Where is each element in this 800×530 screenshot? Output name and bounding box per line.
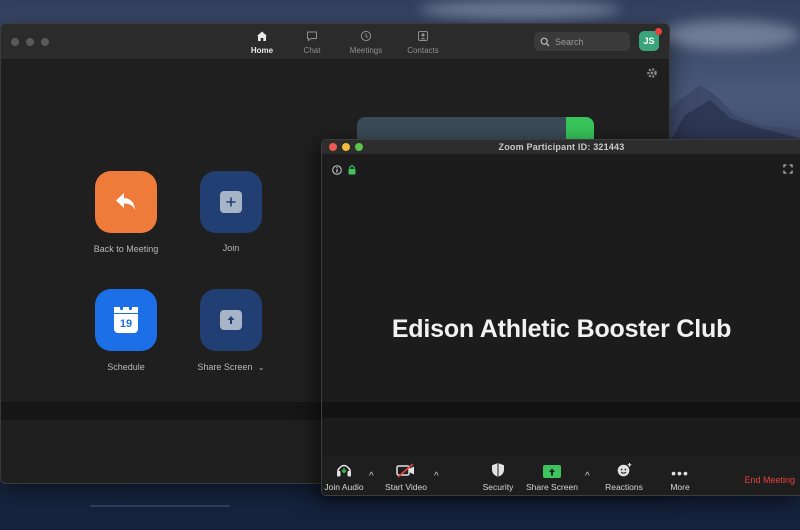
join-label: Join <box>222 243 240 253</box>
share-up-arrow-icon <box>220 310 242 330</box>
calendar-day: 19 <box>119 318 133 330</box>
security-label: Security <box>482 482 514 492</box>
info-icon[interactable] <box>332 165 342 175</box>
meeting-window: Zoom Participant ID: 321443 Edison Athle… <box>321 139 800 496</box>
search-icon <box>540 37 550 46</box>
home-icon <box>257 31 267 41</box>
nav-chat-label: Chat <box>303 46 321 55</box>
nav-meetings[interactable]: Meetings <box>338 29 394 55</box>
nav-contacts[interactable]: Contacts <box>396 29 450 55</box>
reactions-button[interactable]: Reactions <box>602 460 646 492</box>
meeting-title: Zoom Participant ID: 321443 <box>498 142 625 152</box>
share-screen-button[interactable] <box>200 289 262 351</box>
meeting-window-controls <box>329 143 363 151</box>
meeting-minimize-button[interactable] <box>342 143 350 151</box>
chat-icon <box>307 31 317 42</box>
audio-options-caret[interactable]: ^ <box>369 471 374 482</box>
more-dots-icon: ••• <box>671 465 689 481</box>
share-screen-label: Share Screen ⌄ <box>171 362 291 372</box>
share-screen-text: Share Screen <box>197 362 253 372</box>
nav-home[interactable]: Home <box>238 29 286 55</box>
smiley-icon <box>617 463 632 477</box>
clock-icon <box>360 30 372 42</box>
join-button[interactable] <box>200 171 262 233</box>
meeting-close-button[interactable] <box>329 143 337 151</box>
meeting-name: Edison Athletic Booster Club <box>391 315 732 343</box>
share-options-caret[interactable]: ^ <box>585 471 590 482</box>
schedule-button[interactable]: 19 <box>95 289 157 351</box>
lock-icon[interactable] <box>347 164 357 175</box>
nav-meetings-label: Meetings <box>349 46 383 55</box>
minimize-window-button[interactable] <box>26 38 34 46</box>
security-button[interactable]: Security <box>480 460 516 492</box>
schedule-label: Schedule <box>107 362 145 372</box>
video-options-caret[interactable]: ^ <box>434 471 439 482</box>
gear-icon[interactable] <box>646 67 658 79</box>
search-placeholder: Search <box>555 36 584 47</box>
zoom-window-button[interactable] <box>41 38 49 46</box>
start-video-button[interactable]: Start Video <box>384 460 428 492</box>
meeting-zoom-button[interactable] <box>355 143 363 151</box>
back-to-meeting-button[interactable] <box>95 171 157 233</box>
plus-icon <box>220 191 242 213</box>
window-controls <box>11 38 49 46</box>
join-audio-label: Join Audio <box>324 482 364 492</box>
avatar-initials: JS <box>643 36 655 46</box>
join-audio-button[interactable]: Join Audio <box>324 460 364 492</box>
share-screen-toolbar-button[interactable]: Share Screen <box>524 460 580 492</box>
nav-home-label: Home <box>250 46 274 55</box>
notification-dot <box>655 28 662 35</box>
contacts-icon <box>418 31 428 41</box>
top-nav: Home Chat Meetings Contacts <box>238 29 452 55</box>
meeting-divider-band <box>322 402 800 418</box>
close-window-button[interactable] <box>11 38 19 46</box>
more-label: More <box>670 482 690 492</box>
more-button[interactable]: ••• More <box>664 460 696 492</box>
nav-contacts-label: Contacts <box>407 46 439 55</box>
headphones-icon <box>337 464 351 477</box>
calendar-icon: 19 <box>114 304 138 333</box>
meeting-titlebar: Zoom Participant ID: 321443 <box>322 140 800 154</box>
meeting-toolbar: Join Audio ^ Start Video ^ Security Shar… <box>322 455 800 495</box>
avatar[interactable]: JS <box>639 28 662 51</box>
search-input[interactable]: Search <box>534 32 630 51</box>
end-meeting-button[interactable]: End Meeting <box>744 475 795 485</box>
chevron-down-icon[interactable]: ⌄ <box>258 363 265 372</box>
reactions-label: Reactions <box>605 482 643 492</box>
start-video-label: Start Video <box>385 482 427 492</box>
video-off-icon <box>396 463 414 478</box>
back-to-meeting-label: Back to Meeting <box>93 244 159 254</box>
shield-icon <box>492 463 504 477</box>
share-screen-toolbar-label: Share Screen <box>526 482 578 492</box>
nav-chat[interactable]: Chat <box>288 29 336 55</box>
back-arrow-icon <box>116 193 135 210</box>
main-titlebar: Home Chat Meetings Contacts Search JS <box>1 24 669 60</box>
fullscreen-icon[interactable] <box>783 164 793 174</box>
share-screen-icon <box>543 465 561 478</box>
